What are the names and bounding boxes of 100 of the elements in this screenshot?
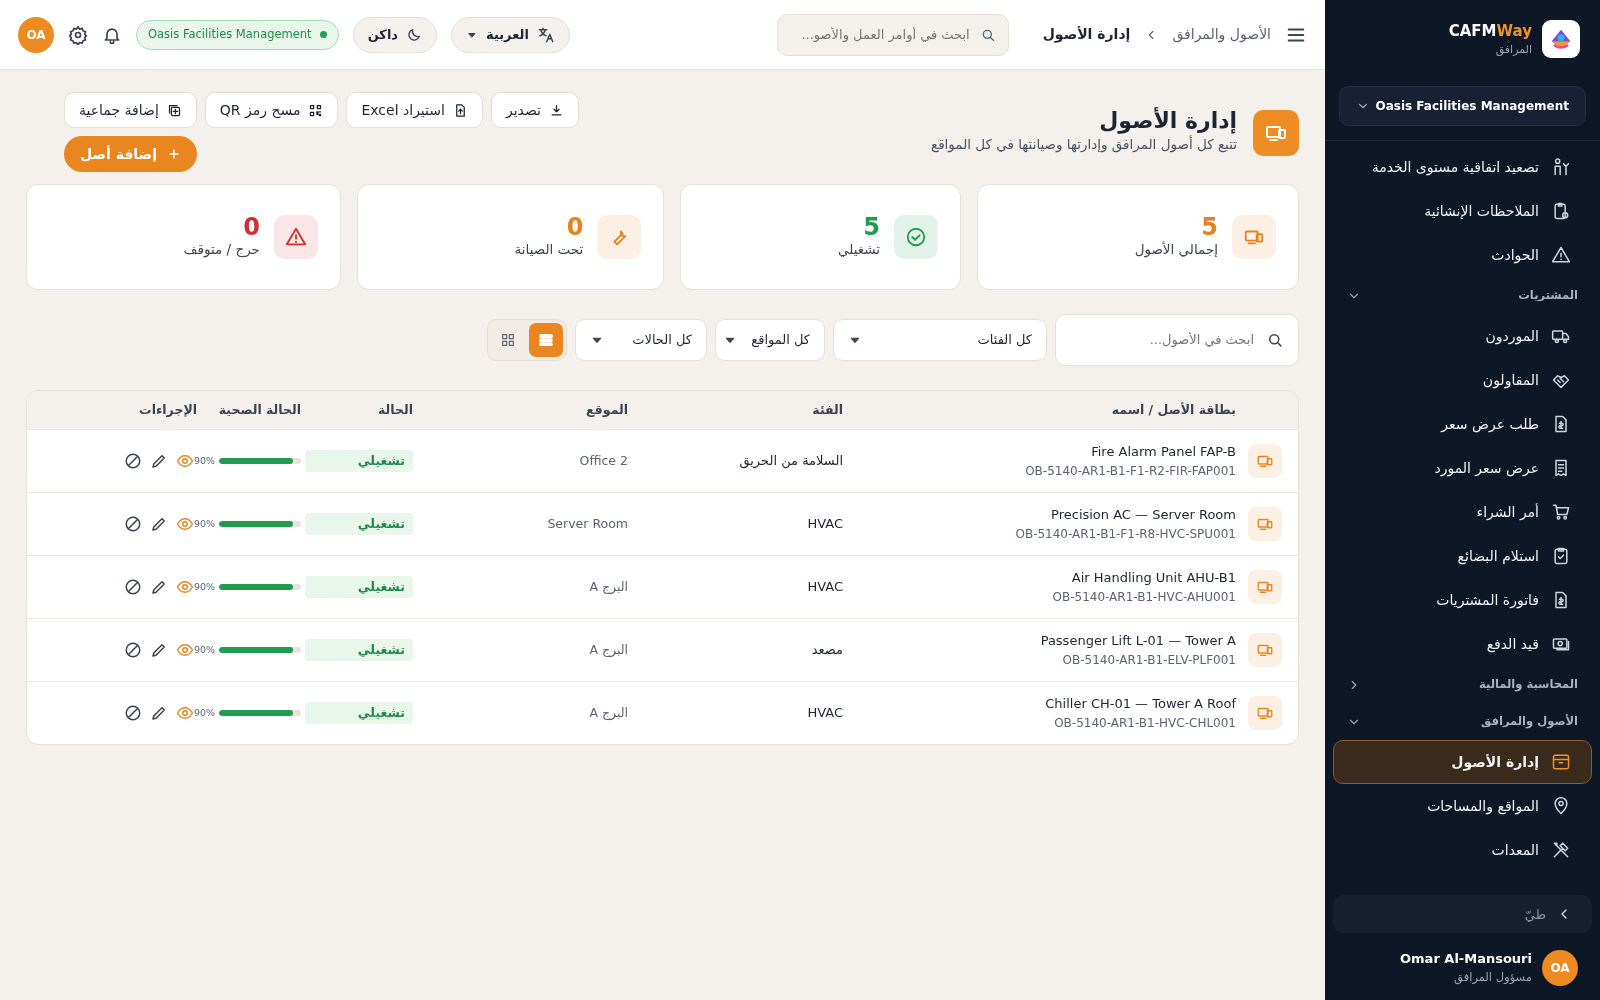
escalation-person-icon [1551, 157, 1571, 177]
sidebar-section[interactable]: المحاسبة والمالية [1325, 666, 1600, 703]
sidebar-item[interactable]: الحوادث [1333, 233, 1592, 277]
health-reading: 90% [193, 453, 215, 468]
sidebar-item[interactable]: عرض سعر المورد [1333, 446, 1592, 490]
view-button[interactable] [175, 452, 194, 470]
qr-button[interactable]: مسح رمز QR [204, 92, 339, 128]
disable-button[interactable] [123, 452, 142, 470]
list-view-button[interactable] [529, 323, 563, 357]
asset-code: OB-5140-AR1-B1-HVC-CHL001 [1054, 714, 1236, 732]
asset-name[interactable]: Chiller CH-01 — Tower A Roof [1045, 694, 1236, 714]
column-header: بطاقة الأصل / اسمه [1111, 400, 1236, 419]
view-button[interactable] [175, 515, 194, 533]
filter-dropdown[interactable]: كل الفئات [833, 319, 1047, 361]
edit-button[interactable] [149, 578, 168, 596]
organization-selector[interactable]: Oasis Facilities Management [1339, 86, 1586, 126]
filter-dropdown[interactable]: كل الحالات [575, 319, 707, 361]
view-button[interactable] [175, 704, 194, 722]
stat-value: 0 [565, 214, 584, 239]
breadcrumb-link[interactable]: الأصول والمرافق [1172, 24, 1271, 45]
status-dot [319, 31, 327, 38]
pencil-icon [149, 452, 168, 470]
category-text: HVAC [807, 516, 843, 532]
category-text: HVAC [807, 705, 843, 721]
sidebar-item[interactable]: المعدات [1333, 828, 1592, 872]
edit-button[interactable] [149, 452, 168, 470]
asset-name[interactable]: Passenger Lift L-01 — Tower A [1040, 631, 1236, 651]
filter-dropdown[interactable]: كل المواقع [715, 319, 825, 361]
map-pin-icon [1551, 796, 1571, 816]
ban-icon [123, 578, 142, 596]
export-button[interactable]: تصدير [490, 92, 579, 128]
settings-icon [68, 24, 88, 45]
disable-button[interactable] [123, 578, 142, 596]
disable-button[interactable] [123, 704, 142, 722]
sidebar-section[interactable]: الأصول والمرافق [1325, 703, 1600, 740]
edit-button[interactable] [149, 515, 168, 533]
pencil-icon [149, 641, 168, 659]
sidebar-item[interactable]: استلام البضائع [1333, 534, 1592, 578]
sidebar-item[interactable]: الموردون [1333, 314, 1592, 358]
edit-button[interactable] [149, 641, 168, 659]
status-tag: تشغيلي [305, 575, 413, 599]
warning-icon [1551, 245, 1571, 265]
collapse-button[interactable]: طيّ [1333, 895, 1592, 934]
asset-name[interactable]: Air Handling Unit AHU-B1 [1071, 568, 1236, 588]
translate-icon [536, 25, 555, 44]
bulk-button[interactable]: إضافة جماعية [64, 92, 197, 128]
sidebar-item[interactable]: طلب عرض سعر [1333, 402, 1592, 446]
disable-button[interactable] [123, 641, 142, 659]
stat-label: حرج / متوقف [183, 239, 260, 260]
theme-button[interactable]: داكن [352, 16, 438, 53]
column-header: الإجراءات [139, 401, 197, 417]
view-button[interactable] [175, 578, 194, 596]
status-tag: تشغيلي [305, 512, 413, 536]
user-name: Omar Al-Mansouri [1400, 950, 1532, 969]
health-reading: 90% [193, 579, 215, 594]
archive-icon [1551, 752, 1571, 772]
sidebar-item[interactable]: تصعيد اتفاقية مستوى الخدمة [1333, 145, 1592, 189]
category-text: السلامة من الحريق [739, 453, 843, 469]
brand-name: CAFM [1448, 20, 1497, 42]
health-reading: 90% [193, 516, 215, 531]
import-button[interactable]: استيراد Excel [346, 92, 483, 128]
ban-icon [123, 704, 142, 722]
cart-icon [1551, 502, 1571, 522]
view-button[interactable] [175, 641, 194, 659]
list-icon [537, 331, 555, 349]
sidebar-item[interactable]: المقاولون [1333, 358, 1592, 402]
stat-label: تحت الصيانة [514, 239, 584, 259]
brand-name-accent: Way [1496, 20, 1532, 42]
asset-code: OB-5140-AR1-B1-HVC-AHU001 [1052, 588, 1236, 606]
asset-code: OB-5140-AR1-B1-ELV-PLF001 [1062, 651, 1236, 669]
disable-button[interactable] [123, 515, 142, 533]
search-field[interactable]: ابحث في الأصول... [1055, 314, 1299, 366]
asset-name[interactable]: Precision AC — Server Room [1051, 505, 1236, 525]
copy-plus-icon [166, 102, 182, 118]
sidebar-section[interactable]: المشتريات [1325, 277, 1600, 314]
edit-button[interactable] [149, 704, 168, 722]
sidebar-item[interactable]: المواقع والمساحات [1333, 784, 1592, 828]
clipboard-check-icon [1551, 546, 1571, 566]
eye-icon [175, 578, 194, 596]
pencil-icon [149, 704, 168, 722]
health-reading: 90% [193, 705, 215, 720]
ban-icon [123, 452, 142, 470]
plus-icon [166, 147, 181, 161]
category-text: HVAC [807, 579, 843, 595]
eye-icon [175, 641, 194, 659]
search-input[interactable]: ابحث في الأصول... [1070, 329, 1256, 351]
asset-name[interactable]: Fire Alarm Panel FAP-B [1091, 442, 1236, 462]
breadcrumb-current: إدارة الأصول [1042, 25, 1131, 45]
sidebar-item[interactable]: إدارة الأصول [1333, 740, 1592, 784]
settings-button[interactable] [68, 24, 88, 45]
eye-icon [175, 704, 194, 722]
sidebar-item[interactable]: الملاحظات الإنشائية [1333, 189, 1592, 233]
page-subtitle: تتبع كل أصول المرافق وإدارتها وصيانتها في كل المواقع [930, 134, 1237, 155]
sidebar-item[interactable]: قيد الدفع [1333, 622, 1592, 666]
sidebar-item[interactable]: أمر الشراء [1333, 490, 1592, 534]
sidebar-item[interactable]: فاتورة المشتريات [1333, 578, 1592, 622]
eye-icon [175, 515, 194, 533]
column-header: الموقع [586, 401, 628, 417]
stat-value: 0 [242, 214, 260, 239]
language-button[interactable]: العربية [451, 16, 570, 53]
